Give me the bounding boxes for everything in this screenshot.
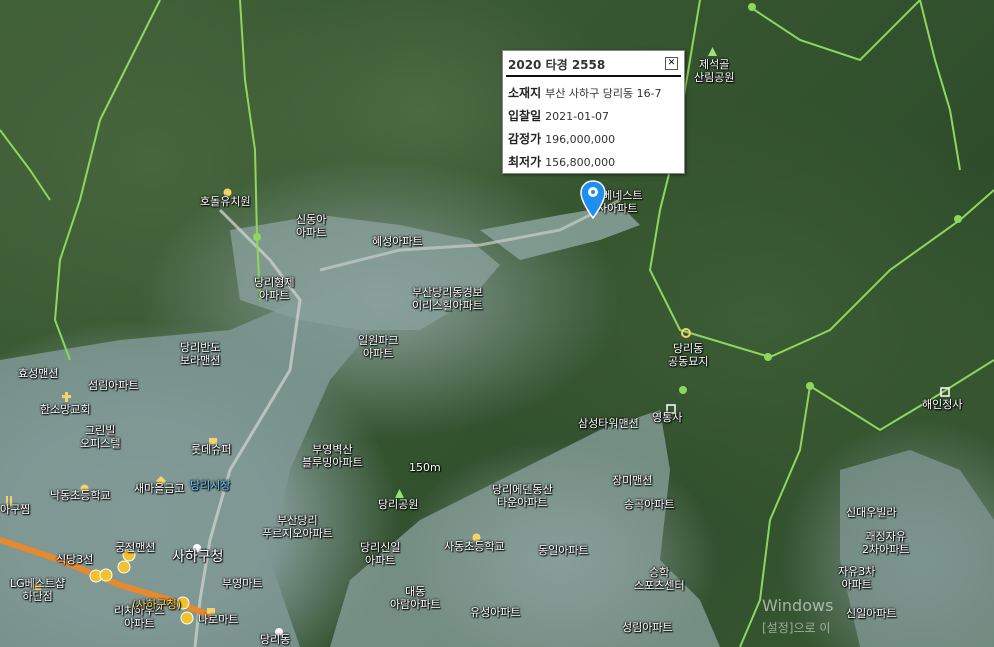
map-label: 동일아파트 — [538, 544, 589, 557]
popup-row-min-price: 최저가 156,800,000 — [508, 155, 616, 169]
map-label: 부산당리 푸르지오아파트 — [262, 514, 333, 540]
map-label: 당리형제 아파트 — [254, 276, 295, 302]
map-label: 부산당리동경보 이리스힐아파트 — [412, 286, 483, 312]
map-label: 부영벽산 블루밍아파트 — [302, 443, 363, 469]
map-label: 150m — [409, 461, 441, 474]
map-label: 부영마트 — [222, 577, 263, 590]
map-label: 자유3차 아파트 — [838, 565, 876, 591]
map-label: (사하구청) — [132, 598, 182, 611]
map-label: 당리신일 아파트 — [360, 541, 401, 567]
map-label: 삼성타워맨션 — [578, 417, 639, 430]
school-icon — [472, 527, 481, 542]
map-label: 일원파크 아파트 — [358, 334, 399, 360]
map-label: 롯데슈퍼 — [191, 443, 232, 456]
popup-row-bid-date: 입찰일 2021-01-07 — [508, 109, 610, 123]
windows-watermark-sub: [설정]으로 이 — [762, 621, 831, 635]
map-label: 당리공원 — [378, 498, 419, 511]
map-label: 효성맨션 — [18, 367, 59, 380]
map-label: 제석골 산림공원 — [694, 58, 735, 84]
map-label: 신동아 아파트 — [296, 213, 327, 239]
map-label: 괘정자유 2차아파트 — [862, 530, 910, 556]
map-label: 사동초등학교 — [444, 540, 505, 553]
map-label: 당리에덴동산 타운아파트 — [492, 483, 553, 509]
map-label: 낙동초등학교 — [50, 489, 111, 502]
government-icon — [192, 538, 201, 552]
map-label: 송곡아파트 — [624, 498, 675, 511]
map-label: 성림아파트 — [622, 621, 673, 634]
map-label: 섬림아파트 — [88, 379, 139, 392]
popup-divider — [506, 75, 681, 77]
popup-title: 2020 타경 2558 — [508, 58, 606, 72]
restaurant-icon — [4, 491, 13, 506]
temple-icon — [940, 382, 950, 397]
map-label: 당리반도 보라맨션 — [180, 341, 221, 367]
map-label: 사하구청 — [172, 549, 224, 565]
map-label: 영통사 — [652, 411, 683, 424]
map-label: 그린빌 오피스텔 — [80, 424, 121, 450]
map-label: 해인정사 — [922, 398, 963, 411]
school-icon — [223, 182, 232, 197]
map-label: 유성아파트 — [470, 606, 521, 619]
church-icon — [62, 387, 71, 402]
close-icon[interactable]: ✕ — [665, 57, 678, 70]
map-label: 장미맨션 — [612, 474, 653, 487]
map-label: 아구찜 — [0, 503, 31, 516]
temple-icon — [666, 399, 676, 414]
location-pin-icon[interactable] — [580, 180, 606, 220]
map-label: LG베스트샵 하단점 — [10, 577, 66, 603]
shop-icon — [208, 430, 217, 444]
map-label: 한소망교회 — [40, 403, 91, 416]
government-icon — [274, 622, 283, 636]
map-label: 신대우빌라 — [846, 506, 897, 519]
map-label: 신일아파트 — [846, 607, 897, 620]
map-label: 나로마트 — [198, 613, 239, 626]
map-label: 궁전맨션 — [115, 541, 156, 554]
bank-icon — [156, 471, 166, 486]
school-icon — [80, 478, 89, 493]
map-label: 혜성아파트 — [372, 235, 423, 248]
popup-row-location: 소재지 부산 사하구 당리동 16-7 — [508, 86, 662, 100]
map-label: 호돌유치원 — [200, 195, 251, 208]
park-icon — [708, 42, 717, 56]
map-label: 당리동 — [260, 633, 291, 646]
map-label: 새마을금고 — [134, 482, 185, 495]
urban-area — [330, 410, 720, 647]
park-icon — [395, 484, 404, 498]
windows-watermark: Windows — [762, 596, 834, 615]
cemetery-icon — [681, 323, 691, 338]
map-label: 당리시장 — [190, 479, 231, 492]
shop-icon — [206, 600, 215, 614]
map-label: 승학 스포츠센터 — [634, 566, 685, 592]
auction-info-popup: 2020 타경 2558 ✕ 소재지 부산 사하구 당리동 16-7 입찰일 202… — [502, 50, 685, 174]
popup-row-appraisal: 감정가 196,000,000 — [508, 132, 616, 146]
map-label: 당리동 공동묘지 — [668, 342, 709, 368]
satellite-map[interactable]: 제석골 산림공원 호돌유치원 신동아 아파트 혜성아파트 당리형제 아파트 부산… — [0, 0, 994, 647]
map-label: 대동 아람아파트 — [390, 585, 441, 611]
map-label: 식당3선 — [56, 553, 94, 566]
